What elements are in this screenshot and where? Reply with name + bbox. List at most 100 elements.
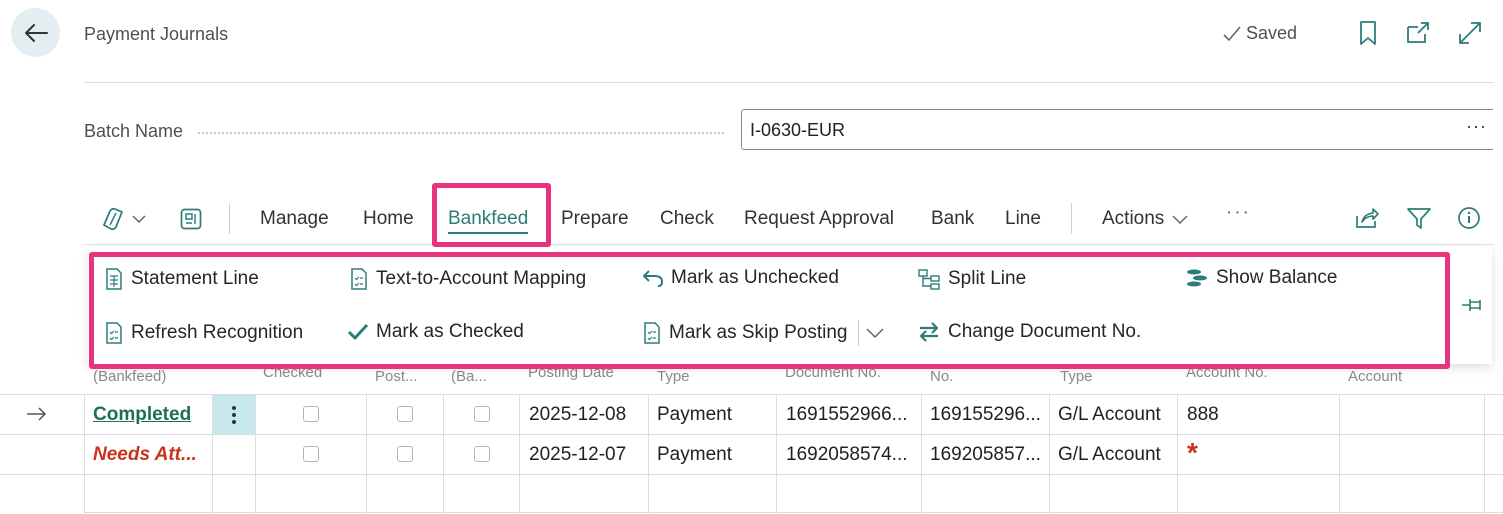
batch-lookup-button[interactable]: ··· [1466,116,1487,137]
tab-request-approval[interactable]: Request Approval [744,208,894,230]
change-document-no-action[interactable]: Change Document No. [917,321,1141,343]
posting-date-cell[interactable]: 2025-12-07 [529,444,626,466]
show-balance-label: Show Balance [1216,267,1338,288]
header-divider [84,82,1494,83]
actions-menu-button[interactable]: Actions [1102,208,1188,230]
chevron-down-icon [1172,215,1188,224]
posting-date-cell[interactable]: 2025-12-08 [529,404,626,426]
document-table-icon [106,268,122,290]
page-title: Payment Journals [84,24,229,44]
tab-check[interactable]: Check [660,208,714,230]
skip-posting-dropdown-button[interactable] [866,327,884,339]
more-options-button[interactable]: ··· [1226,202,1251,224]
filter-button[interactable] [1406,206,1432,230]
column-header-account-no[interactable]: Account No. [1186,364,1268,381]
tab-prepare[interactable]: Prepare [561,208,629,230]
toolbar-separator [1071,203,1072,234]
checked-checkbox[interactable] [303,446,319,462]
tab-manage[interactable]: Manage [260,208,329,230]
row-actions-button[interactable] [213,395,255,434]
mark-as-unchecked-label: Mark as Unchecked [671,267,839,288]
bookmark-icon [1360,21,1376,45]
document-type-cell[interactable]: Payment [657,404,732,426]
column-header-document-no[interactable]: Document No. [785,364,881,381]
change-document-no-label: Change Document No. [948,321,1142,342]
share-icon [1356,208,1379,228]
account-type-cell[interactable]: G/L Account [1058,404,1161,426]
arrow-left-icon [24,23,48,42]
status-link[interactable]: Needs Att... [93,444,197,466]
document-no-cell[interactable]: 1691552966... [786,404,908,426]
edit-list-button[interactable] [179,207,203,231]
tab-bank[interactable]: Bank [931,208,974,230]
chevron-down-icon [866,328,884,339]
text-to-account-mapping-label: Text-to-Account Mapping [376,268,587,289]
table-row[interactable]: Needs Att... 2025-12-07 Payment 16920585… [0,435,1503,474]
bankfeed-menu-panel: Statement Line Text-to-Account Mapping M… [88,247,1492,364]
share-button[interactable] [1354,206,1380,230]
skip-posting-checkbox[interactable] [397,406,413,422]
text-to-account-mapping-action[interactable]: Text-to-Account Mapping [349,267,586,291]
document-checklist-icon [644,322,660,344]
vertical-ellipsis-icon [232,405,236,424]
external-no-cell[interactable]: 169205857... [930,444,1041,466]
tab-line[interactable]: Line [1005,208,1041,230]
statement-line-label: Statement Line [131,268,259,289]
tab-bankfeed[interactable]: Bankfeed [448,208,529,234]
mark-as-skip-posting-action[interactable]: Mark as Skip Posting [642,321,847,345]
split-button-separator [858,320,859,346]
column-header-document-type[interactable]: Type [657,368,690,385]
account-type-cell[interactable]: G/L Account [1058,444,1161,466]
skip-posting-checkbox[interactable] [397,446,413,462]
tab-home[interactable]: Home [363,208,414,230]
column-header-account-type[interactable]: Type [1060,368,1093,385]
back-button[interactable] [11,8,60,57]
column-header-account[interactable]: Account [1348,368,1402,385]
edit-list-icon [180,208,202,230]
filter-icon [1407,208,1431,229]
mark-as-checked-action[interactable]: Mark as Checked [347,321,524,343]
external-no-cell[interactable]: 169155296... [930,404,1041,426]
bookmark-button[interactable] [1356,20,1382,46]
split-line-action[interactable]: Split Line [917,267,1026,291]
column-header-status[interactable]: (Bankfeed) [93,368,166,385]
bankfeed-checkbox[interactable] [474,406,490,422]
required-field-asterisk[interactable]: * [1187,437,1198,469]
document-no-cell[interactable]: 1692058574... [786,444,908,466]
table-row[interactable]: Completed 2025-12-08 Payment 1691552966.… [0,395,1503,434]
info-button[interactable] [1457,206,1481,230]
batch-name-input[interactable]: I-0630-EUR [741,109,1493,150]
column-header-posting-date[interactable]: Posting Date [528,364,614,381]
copilot-icon [102,207,146,231]
journal-lines-grid: (Bankfeed) Checked Post... (Ba... Postin… [0,360,1503,514]
checked-checkbox[interactable] [303,406,319,422]
saved-label: Saved [1246,23,1298,43]
expand-button[interactable] [1457,20,1483,46]
column-header-ba[interactable]: (Ba... [451,368,487,385]
expand-icon [1459,22,1481,44]
pin-action-bar-button[interactable] [1460,294,1486,316]
column-header-post[interactable]: Post... [375,368,418,385]
show-balance-action[interactable]: Show Balance [1185,267,1337,289]
actions-label: Actions [1102,208,1165,229]
column-header-no[interactable]: No. [930,368,953,385]
statement-line-action[interactable]: Statement Line [104,267,259,291]
refresh-recognition-label: Refresh Recognition [131,322,304,343]
mark-as-checked-label: Mark as Checked [376,321,524,342]
refresh-recognition-action[interactable]: Refresh Recognition [104,321,303,345]
current-row-arrow-icon [27,407,47,421]
open-new-window-button[interactable] [1405,20,1431,46]
checkmark-icon [347,323,369,340]
balance-icon [1187,269,1207,287]
split-line-icon [918,269,940,290]
mark-as-unchecked-action[interactable]: Mark as Unchecked [642,267,839,289]
checkmark-icon [1223,25,1241,41]
open-in-new-window-icon [1407,22,1429,43]
document-type-cell[interactable]: Payment [657,444,732,466]
bankfeed-checkbox[interactable] [474,446,490,462]
toolbar-separator [229,203,230,234]
column-header-checked[interactable]: Checked [263,364,322,381]
status-link[interactable]: Completed [93,404,191,426]
account-no-cell[interactable]: 888 [1187,404,1219,426]
copilot-menu-button[interactable] [100,205,152,233]
